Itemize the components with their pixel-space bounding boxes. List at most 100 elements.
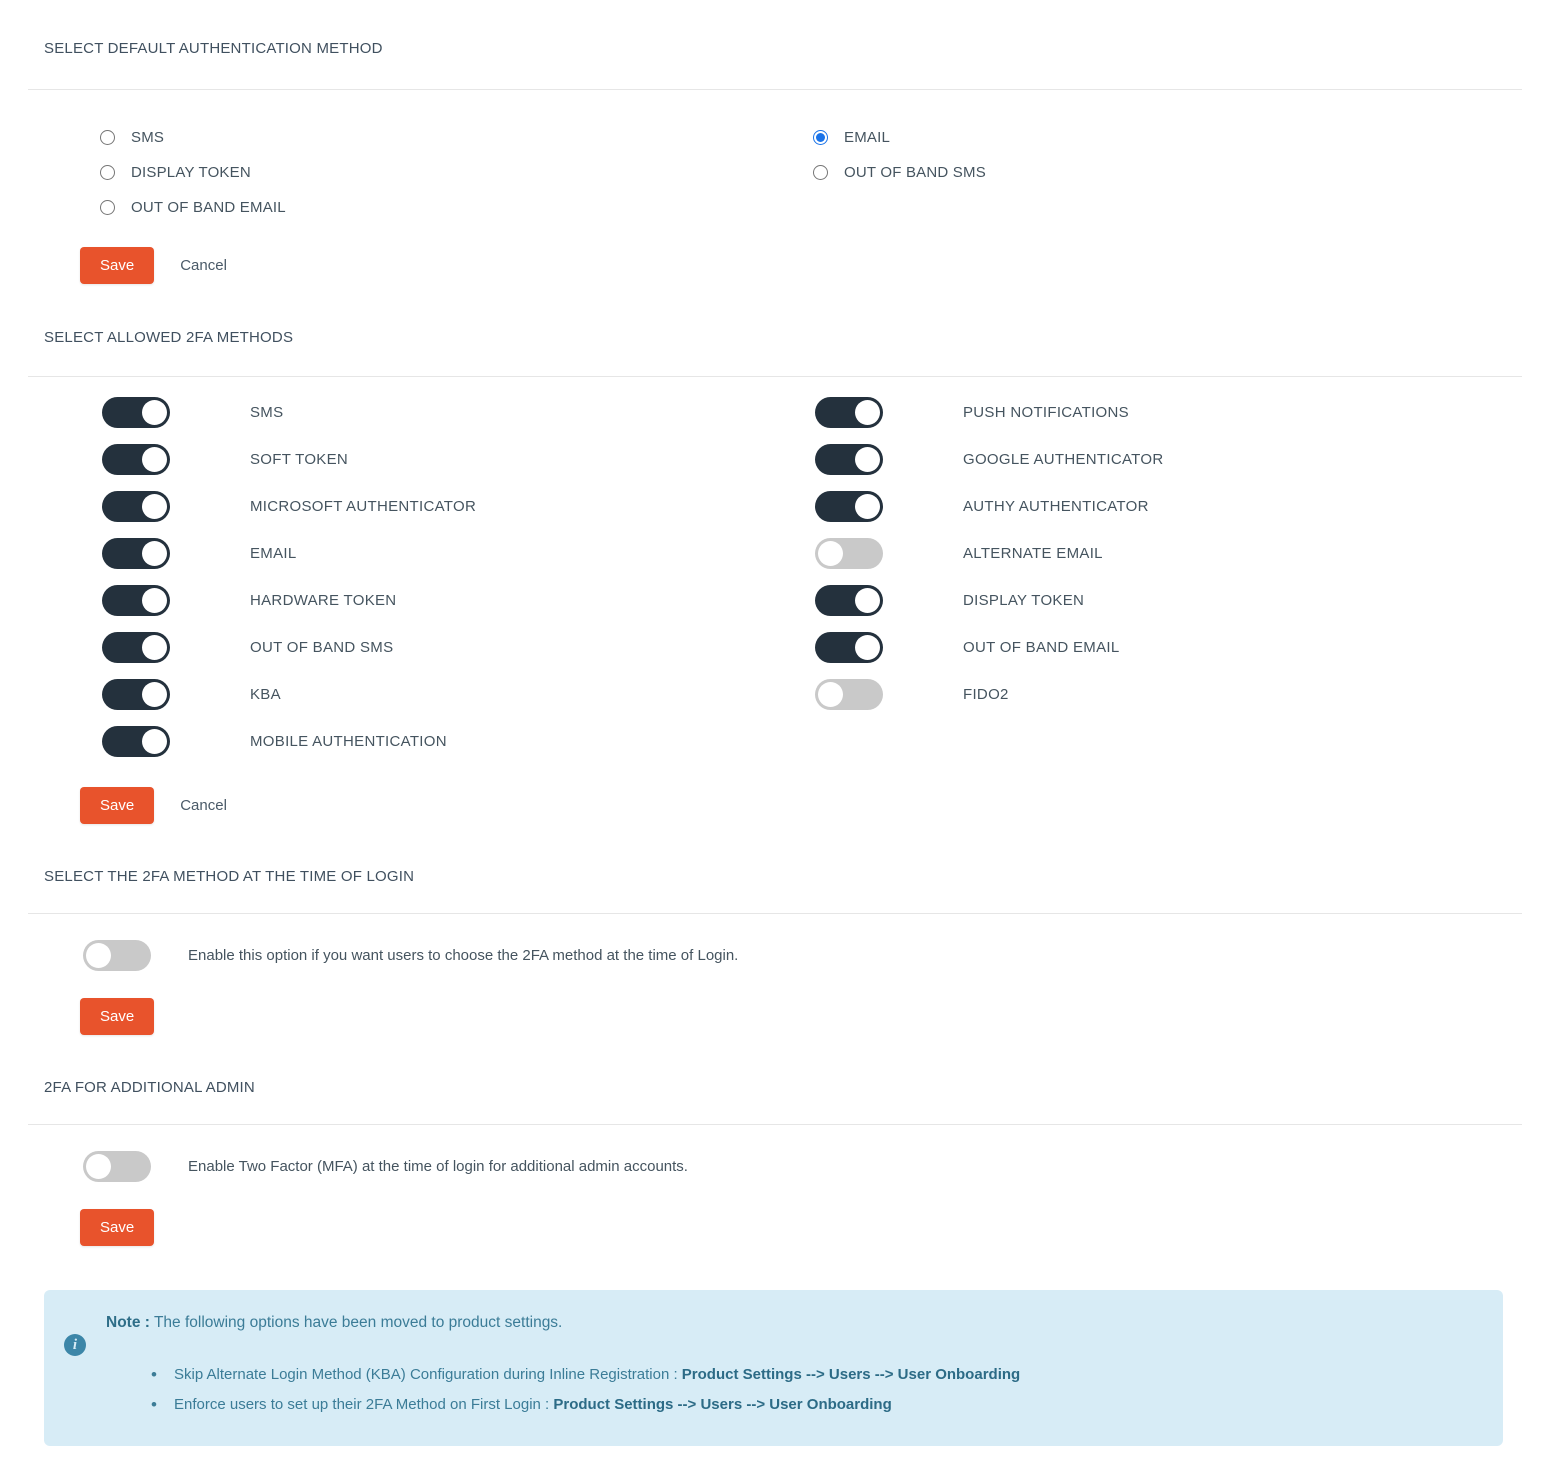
toggle-alternate-email[interactable] (815, 538, 883, 569)
radio-option-row[interactable]: SMS (100, 120, 813, 155)
toggle-knob (855, 400, 880, 425)
section-title-default-method: SELECT DEFAULT AUTHENTICATION METHOD (44, 40, 383, 57)
toggle-fido2[interactable] (815, 679, 883, 710)
additional-admin-row: Enable Two Factor (MFA) at the time of l… (0, 1125, 1544, 1182)
method-toggle-label: OUT OF BAND EMAIL (963, 639, 1120, 656)
method-toggle-row: SMS (102, 389, 815, 436)
method-toggle-label: SMS (250, 404, 284, 421)
method-toggle-label: MICROSOFT AUTHENTICATOR (250, 498, 477, 515)
note-item-path: Product Settings --> Users --> User Onbo… (681, 1366, 1021, 1383)
radio-display-token[interactable] (100, 165, 115, 180)
method-toggle-label: ALTERNATE EMAIL (963, 545, 1103, 562)
method-toggle-row: KBA (102, 671, 815, 718)
method-toggle-label: SOFT TOKEN (250, 451, 349, 468)
toggle-method-at-login[interactable] (83, 940, 151, 971)
radio-email[interactable] (813, 130, 828, 145)
toggle-knob (142, 682, 167, 707)
toggle-authy-authenticator[interactable] (815, 491, 883, 522)
toggle-kba[interactable] (102, 679, 170, 710)
radio-option-row[interactable]: OUT OF BAND EMAIL (100, 190, 813, 225)
toggle-knob (142, 588, 167, 613)
radio-option-label: OUT OF BAND SMS (844, 164, 986, 181)
method-toggle-row: AUTHY AUTHENTICATOR (815, 483, 1528, 530)
allowed-methods-actions: Save Cancel (0, 787, 1544, 824)
method-toggle-row: OUT OF BAND EMAIL (815, 624, 1528, 671)
method-toggle-label: PUSH NOTIFICATIONS (963, 404, 1129, 421)
toggle-knob (855, 635, 880, 660)
save-button-allowed-methods[interactable]: Save (80, 787, 155, 824)
toggle-knob (855, 588, 880, 613)
note-item-text: Skip Alternate Login Method (KBA) Config… (174, 1366, 682, 1383)
method-toggle-label: MOBILE AUTHENTICATION (250, 733, 447, 750)
2fa-settings-page: SELECT DEFAULT AUTHENTICATION METHOD SMS… (0, 0, 1544, 1446)
radio-option-row[interactable]: DISPLAY TOKEN (100, 155, 813, 190)
toggle-email[interactable] (102, 538, 170, 569)
allowed-methods-column-left: SMS SOFT TOKEN MICROSOFT AUTHENTICATOR EMAI… (102, 389, 815, 765)
method-toggle-row: OUT OF BAND SMS (102, 624, 815, 671)
toggle-knob (142, 729, 167, 754)
method-toggle-label: AUTHY AUTHENTICATOR (963, 498, 1149, 515)
method-toggle-row: DISPLAY TOKEN (815, 577, 1528, 624)
note-content: Note : The following options have been m… (106, 1312, 1503, 1420)
method-toggle-row: GOOGLE AUTHENTICATOR (815, 436, 1528, 483)
toggle-mobile-authentication[interactable] (102, 726, 170, 757)
toggle-out-of-band-email[interactable] (815, 632, 883, 663)
toggle-knob (818, 541, 843, 566)
note-item-text: Enforce users to set up their 2FA Method… (174, 1396, 554, 1413)
toggle-knob (855, 494, 880, 519)
note-text: The following options have been moved to… (149, 1314, 563, 1331)
info-icon-glyph: i (64, 1334, 86, 1356)
method-at-login-actions: Save (0, 998, 1544, 1035)
note-title: Note : The following options have been m… (106, 1312, 1483, 1334)
method-toggle-label: GOOGLE AUTHENTICATOR (963, 451, 1164, 468)
method-toggle-label: EMAIL (250, 545, 297, 562)
radio-option-row[interactable]: EMAIL (813, 120, 1526, 155)
method-at-login-row: Enable this option if you want users to … (0, 914, 1544, 971)
method-toggle-row: PUSH NOTIFICATIONS (815, 389, 1528, 436)
toggle-push-notifications[interactable] (815, 397, 883, 428)
toggle-knob (855, 447, 880, 472)
toggle-knob (86, 1154, 111, 1179)
save-button-default-method[interactable]: Save (80, 247, 155, 284)
radio-sms[interactable] (100, 130, 115, 145)
section-title-additional-admin: 2FA FOR ADDITIONAL ADMIN (44, 1079, 255, 1096)
toggle-knob (142, 494, 167, 519)
method-toggle-label: HARDWARE TOKEN (250, 592, 397, 609)
method-toggle-row: MOBILE AUTHENTICATION (102, 718, 815, 765)
default-method-column-right: EMAIL OUT OF BAND SMS (813, 120, 1526, 225)
note-label: Note : (106, 1314, 150, 1331)
radio-option-row[interactable]: OUT OF BAND SMS (813, 155, 1526, 190)
toggle-hardware-token[interactable] (102, 585, 170, 616)
note-list-item: Enforce users to set up their 2FA Method… (151, 1390, 1483, 1420)
toggle-knob (818, 682, 843, 707)
cancel-button-allowed-methods[interactable]: Cancel (180, 797, 227, 814)
method-at-login-description: Enable this option if you want users to … (188, 947, 739, 964)
save-button-additional-admin[interactable]: Save (80, 1209, 155, 1246)
toggle-knob (142, 400, 167, 425)
allowed-methods-toggles: SMS SOFT TOKEN MICROSOFT AUTHENTICATOR EMAI… (0, 377, 1544, 765)
default-method-actions: Save Cancel (0, 247, 1544, 284)
toggle-microsoft-authenticator[interactable] (102, 491, 170, 522)
radio-out-of-band-sms[interactable] (813, 165, 828, 180)
section-title-allowed-methods: SELECT ALLOWED 2FA METHODS (44, 329, 294, 346)
toggle-knob (142, 541, 167, 566)
radio-option-label: EMAIL (844, 129, 891, 146)
cancel-button-default-method[interactable]: Cancel (180, 257, 227, 274)
radio-out-of-band-email[interactable] (100, 200, 115, 215)
toggle-sms[interactable] (102, 397, 170, 428)
radio-option-label: SMS (131, 129, 165, 146)
toggle-google-authenticator[interactable] (815, 444, 883, 475)
method-toggle-row: MICROSOFT AUTHENTICATOR (102, 483, 815, 530)
toggle-additional-admin[interactable] (83, 1151, 151, 1182)
toggle-knob (142, 447, 167, 472)
save-button-method-at-login[interactable]: Save (80, 998, 155, 1035)
section-title-method-at-login: SELECT THE 2FA METHOD AT THE TIME OF LOG… (44, 868, 415, 885)
method-toggle-row: FIDO2 (815, 671, 1528, 718)
toggle-display-token[interactable] (815, 585, 883, 616)
radio-option-label: DISPLAY TOKEN (131, 164, 251, 181)
method-toggle-row: ALTERNATE EMAIL (815, 530, 1528, 577)
additional-admin-description: Enable Two Factor (MFA) at the time of l… (188, 1158, 688, 1175)
toggle-soft-token[interactable] (102, 444, 170, 475)
note-item-path: Product Settings --> Users --> User Onbo… (553, 1396, 892, 1413)
toggle-out-of-band-sms[interactable] (102, 632, 170, 663)
